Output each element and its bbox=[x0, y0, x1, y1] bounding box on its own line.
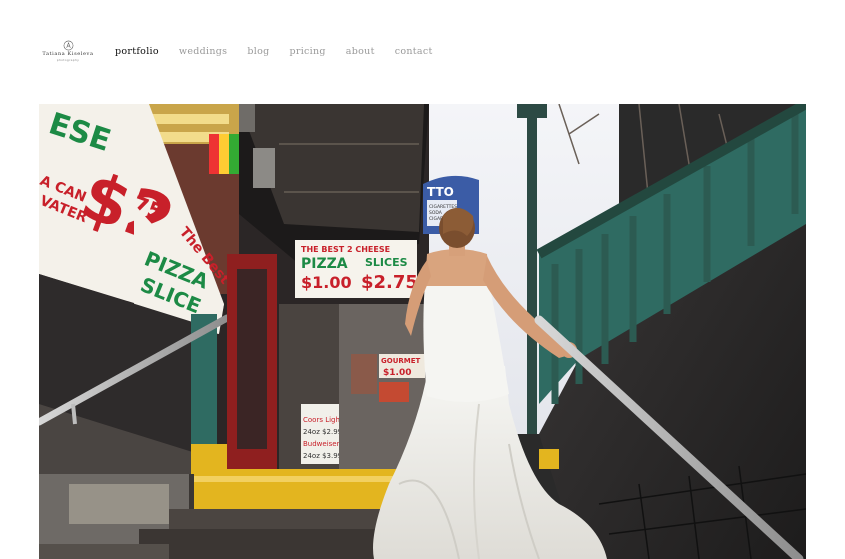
nav-item-blog[interactable]: blog bbox=[247, 46, 269, 58]
blue-sign-sub-2: SODA bbox=[429, 210, 443, 216]
gourmet-sign: GOURMET bbox=[381, 357, 421, 365]
logo-mark-icon bbox=[63, 40, 73, 51]
nav-item-pricing[interactable]: pricing bbox=[289, 46, 325, 58]
logo-name: Tatiana Kiseleva bbox=[42, 51, 94, 57]
logo-tagline: photography bbox=[56, 58, 80, 62]
center-sign-price-2: $2.75 bbox=[361, 272, 418, 293]
blue-sign-text: TTO bbox=[427, 185, 454, 199]
center-sign-top: THE BEST 2 CHEESE bbox=[301, 245, 390, 254]
gourmet-price: $1.00 bbox=[383, 368, 411, 378]
center-sign-price-1: $1.00 bbox=[301, 273, 352, 292]
beer-sign-4: 24oz $3.99 bbox=[303, 452, 342, 460]
hero-photo: ESE $2 75 A CAN VATER PIZZA SLICE The Be… bbox=[39, 104, 806, 559]
main-nav: portfolio weddings blog pricing about co… bbox=[115, 46, 453, 58]
site-logo[interactable]: Tatiana Kiseleva photography bbox=[40, 40, 96, 64]
nav-item-contact[interactable]: contact bbox=[395, 46, 433, 58]
page: Tatiana Kiseleva photography portfolio w… bbox=[0, 0, 845, 559]
center-sign-pizza: PIZZA bbox=[301, 256, 348, 272]
center-sign-slices: SLICES bbox=[365, 256, 408, 269]
nav-item-about[interactable]: about bbox=[346, 46, 375, 58]
beer-sign-2: 24oz $2.99 bbox=[303, 428, 342, 436]
beer-sign-3: Budweiser bbox=[303, 440, 340, 448]
nav-item-weddings[interactable]: weddings bbox=[179, 46, 227, 58]
hero-photo-illustration: ESE $2 75 A CAN VATER PIZZA SLICE The Be… bbox=[39, 104, 806, 559]
site-header: Tatiana Kiseleva photography portfolio w… bbox=[0, 0, 845, 104]
nav-item-portfolio[interactable]: portfolio bbox=[115, 46, 159, 58]
beer-sign-1: Coors Light bbox=[303, 416, 343, 424]
